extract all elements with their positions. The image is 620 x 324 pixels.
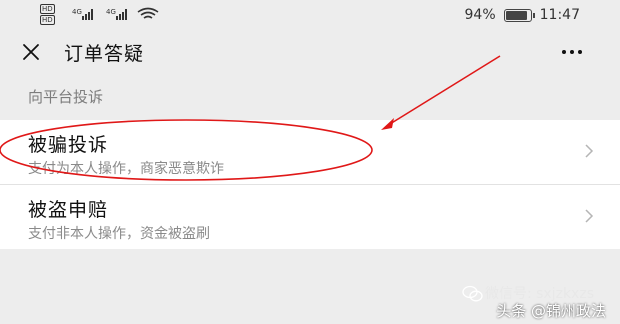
annotation-arrow-line bbox=[389, 55, 501, 125]
annotation-overlay bbox=[0, 55, 501, 181]
annotation-arrowhead bbox=[381, 118, 394, 130]
watermark-source: 头条 @锦州政法 bbox=[496, 302, 606, 320]
wechat-icon bbox=[462, 285, 483, 302]
annotation-ellipse bbox=[0, 119, 373, 181]
